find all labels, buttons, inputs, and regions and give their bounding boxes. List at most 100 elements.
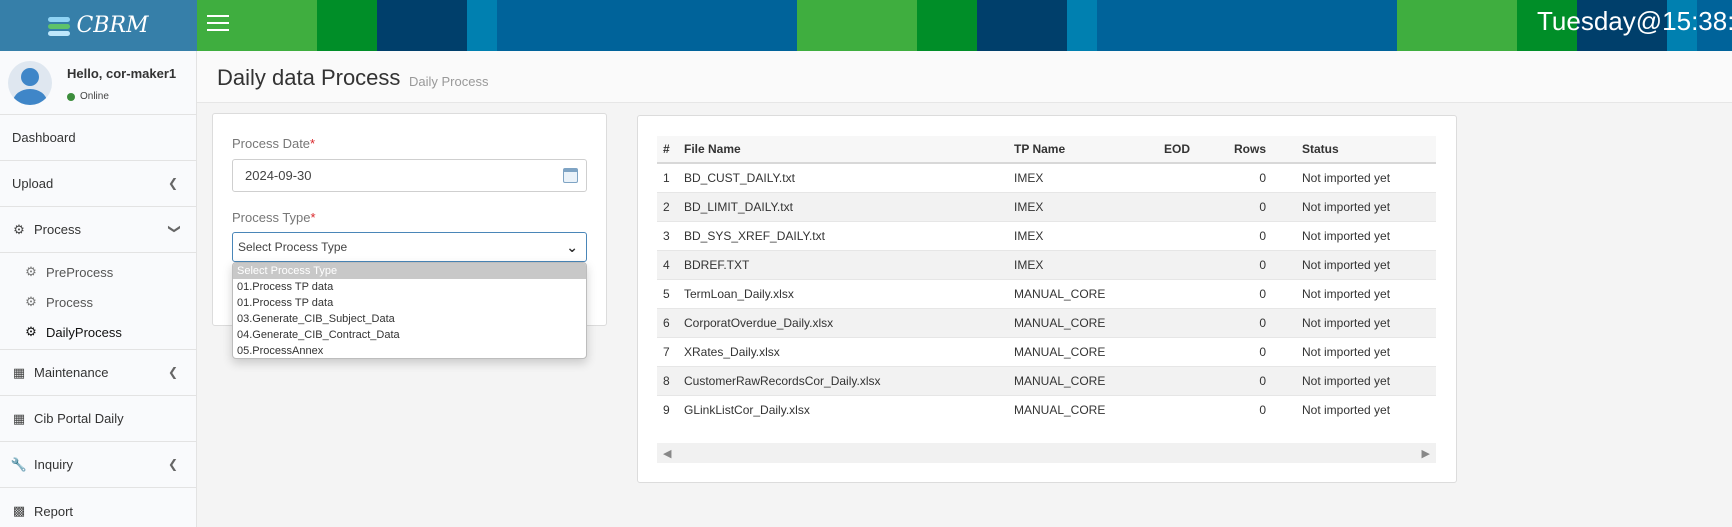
sidebar-item-preprocess[interactable]: ⚙ PreProcess	[0, 257, 196, 287]
user-status: Online	[67, 91, 109, 102]
table-row[interactable]: 4 BDREF.TXT IMEX 0 Not imported yet	[657, 249, 1436, 279]
sidebar-item-label: DailyProcess	[46, 324, 122, 340]
sidebar-item-label: Inquiry	[34, 457, 74, 472]
cell-tp-name: IMEX	[1008, 220, 1158, 250]
cell-tp-name: IMEX	[1008, 249, 1158, 279]
cell-file-name: CorporatOverdue_Daily.xlsx	[678, 307, 1008, 337]
navbar-stripe	[797, 0, 917, 51]
cell-status: Not imported yet	[1272, 278, 1436, 308]
table-row[interactable]: 6 CorporatOverdue_Daily.xlsx MANUAL_CORE 0 N…	[657, 307, 1436, 337]
table-row[interactable]: 5 TermLoan_Daily.xlsx MANUAL_CORE 0 Not impo…	[657, 278, 1436, 308]
avatar	[8, 61, 52, 105]
column-header-file-name[interactable]: File Name	[678, 136, 1008, 164]
chevron-down-icon: ❮	[165, 223, 180, 235]
cell-eod	[1158, 336, 1208, 366]
cell-eod	[1158, 394, 1208, 424]
sidebar-toggle-icon[interactable]	[207, 15, 229, 33]
cell-status: Not imported yet	[1272, 365, 1436, 395]
sidebar: Hello, cor-maker1 Online Dashboard Uploa…	[0, 51, 197, 527]
navbar-stripe	[1067, 0, 1097, 51]
cell-status: Not imported yet	[1272, 307, 1436, 337]
gears-icon: ⚙	[25, 324, 37, 339]
table-row[interactable]: 1 BD_CUST_DAILY.txt IMEX 0 Not imported yet	[657, 162, 1436, 192]
column-header-index[interactable]: #	[657, 136, 678, 164]
cell-status: Not imported yet	[1272, 191, 1436, 221]
dropdown-option[interactable]: 01.Process TP data	[233, 295, 586, 311]
cell-index: 1	[657, 162, 678, 192]
process-type-select[interactable]: Select Process Type ⌄	[232, 232, 587, 262]
sidebar-item-dashboard[interactable]: Dashboard	[0, 115, 196, 161]
table-row[interactable]: 2 BD_LIMIT_DAILY.txt IMEX 0 Not imported yet	[657, 191, 1436, 221]
sidebar-item-report[interactable]: ▩ Report	[0, 488, 196, 527]
cell-tp-name: MANUAL_CORE	[1008, 307, 1158, 337]
navbar-stripe	[467, 0, 497, 51]
cell-tp-name: MANUAL_CORE	[1008, 365, 1158, 395]
navbar: Tuesday@15:38:4	[197, 0, 1732, 51]
dropdown-option[interactable]: Select Process Type	[233, 263, 586, 279]
wrench-icon: 🔧	[10, 456, 28, 472]
dropdown-option[interactable]: 05.ProcessAnnex	[233, 343, 586, 358]
cell-eod	[1158, 162, 1208, 192]
sidebar-item-label: Process	[34, 222, 81, 237]
cell-rows: 0	[1208, 365, 1272, 395]
gears-icon: ⚙	[13, 221, 25, 237]
process-submenu: ⚙ PreProcess ⚙ Process ⚙ DailyProcess	[0, 253, 196, 350]
sidebar-item-inquiry[interactable]: 🔧 Inquiry ❮	[0, 442, 196, 488]
cell-eod	[1158, 220, 1208, 250]
content-header: Daily data Process Daily Process	[197, 51, 1732, 103]
cell-tp-name: IMEX	[1008, 162, 1158, 192]
sidebar-item-dailyprocess[interactable]: ⚙ DailyProcess	[0, 317, 196, 347]
bar-chart-icon: ▩	[12, 503, 26, 518]
sidebar-item-label: Cib Portal Daily	[34, 411, 124, 426]
cell-file-name: BD_LIMIT_DAILY.txt	[678, 191, 1008, 221]
process-type-label: Process Type*	[232, 210, 316, 225]
cell-eod	[1158, 365, 1208, 395]
sidebar-item-label: Dashboard	[12, 130, 76, 145]
clock-display: Tuesday@15:38:4	[1537, 6, 1732, 36]
chevron-down-icon: ⌄	[566, 239, 578, 255]
cell-index: 7	[657, 336, 678, 366]
cell-tp-name: MANUAL_CORE	[1008, 336, 1158, 366]
gears-icon: ⚙	[25, 264, 37, 279]
scroll-right-icon[interactable]: ▶	[1422, 447, 1430, 460]
cell-file-name: BD_CUST_DAILY.txt	[678, 162, 1008, 192]
cell-rows: 0	[1208, 162, 1272, 192]
sidebar-item-label: Report	[34, 503, 74, 519]
process-date-input[interactable]: 2024-09-30	[232, 159, 587, 192]
sidebar-item-cib-portal[interactable]: ▦ Cib Portal Daily	[0, 396, 196, 442]
chevron-left-icon: ❮	[167, 457, 178, 471]
dropdown-option[interactable]: 04.Generate_CIB_Contract_Data	[233, 327, 586, 343]
cell-eod	[1158, 307, 1208, 337]
horizontal-scrollbar[interactable]: ◀ ▶	[657, 443, 1436, 463]
dropdown-option[interactable]: 01.Process TP data	[233, 279, 586, 295]
cell-index: 2	[657, 191, 678, 221]
navbar-stripe	[377, 0, 467, 51]
column-header-rows[interactable]: Rows	[1208, 136, 1272, 164]
sidebar-item-label: Maintenance	[34, 365, 109, 380]
dropdown-option[interactable]: 03.Generate_CIB_Subject_Data	[233, 311, 586, 327]
column-header-eod[interactable]: EOD	[1158, 136, 1208, 164]
cell-index: 3	[657, 220, 678, 250]
table-row[interactable]: 9 GLinkListCor_Daily.xlsx MANUAL_CORE 0 Not …	[657, 394, 1436, 424]
logo[interactable]: CBRM	[0, 0, 197, 51]
table-row[interactable]: 7 XRates_Daily.xlsx MANUAL_CORE 0 Not import…	[657, 336, 1436, 366]
sidebar-item-maintenance[interactable]: ▦ Maintenance ❮	[0, 350, 196, 396]
scroll-left-icon[interactable]: ◀	[663, 447, 671, 460]
column-header-status[interactable]: Status	[1272, 136, 1436, 164]
top-header: CBRM Tuesday@15:38:4	[0, 0, 1732, 51]
sidebar-item-process-sub[interactable]: ⚙ Process	[0, 287, 196, 317]
sidebar-item-label: Upload	[12, 176, 54, 191]
table-row[interactable]: 8 CustomerRawRecordsCor_Daily.xlsx MANUAL_…	[657, 365, 1436, 395]
navbar-stripe	[917, 0, 977, 51]
sidebar-item-process[interactable]: ⚙ Process ❮	[0, 207, 196, 253]
sidebar-item-upload[interactable]: Upload ❮	[0, 161, 196, 207]
cell-file-name: CustomerRawRecordsCor_Daily.xlsx	[678, 365, 1008, 395]
table-row[interactable]: 3 BD_SYS_XREF_DAILY.txt IMEX 0 Not imported …	[657, 220, 1436, 250]
cell-tp-name: MANUAL_CORE	[1008, 278, 1158, 308]
column-header-tp-name[interactable]: TP Name	[1008, 136, 1158, 164]
calendar-icon[interactable]	[563, 168, 578, 183]
cell-rows: 0	[1208, 336, 1272, 366]
navbar-stripe	[317, 0, 377, 51]
grid-icon: ▦	[12, 410, 26, 426]
table-header-row: # File Name TP Name EOD Rows Status	[657, 136, 1436, 164]
